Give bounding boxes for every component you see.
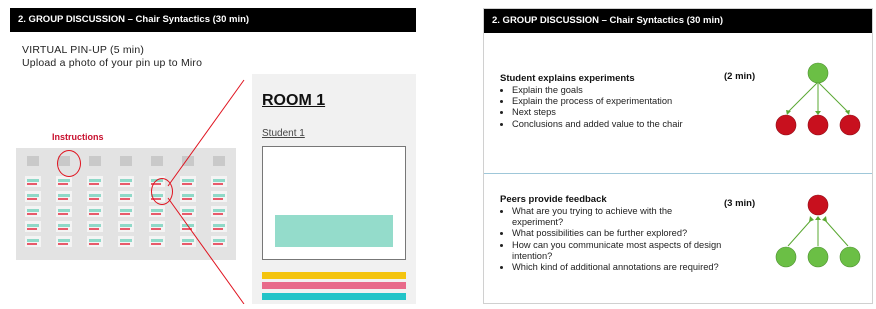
board-pin-thumbnail	[211, 236, 227, 247]
section-heading: Student explains experiments	[500, 73, 635, 84]
board-pin-thumbnail	[180, 221, 196, 232]
time-label: (2 min)	[724, 71, 756, 82]
section-divider	[484, 173, 872, 174]
board-pin-thumbnail	[118, 206, 134, 217]
arrowhead	[786, 110, 791, 115]
miro-board-thumbnail	[16, 148, 236, 260]
list-item: Explain the process of experimentation	[512, 96, 683, 107]
diagram-many-to-one	[775, 194, 861, 268]
section-heading: Peers provide feedback	[500, 194, 607, 205]
board-header-thumbnail	[151, 156, 163, 166]
slide-virtual-pinup: 2. GROUP DISCUSSION – Chair Syntactics (…	[10, 8, 416, 304]
board-header-thumbnail	[213, 156, 225, 166]
room-highlight-circle	[151, 178, 173, 205]
bullet-list: Explain the goals Explain the process of…	[500, 85, 683, 130]
board-pin-thumbnail	[25, 191, 41, 202]
student-photo-placeholder	[275, 215, 393, 247]
board-pin-thumbnail	[118, 236, 134, 247]
board-header-thumbnail	[89, 156, 101, 166]
board-pin-thumbnail	[211, 176, 227, 187]
board-pin-thumbnail	[211, 221, 227, 232]
arrow	[787, 82, 818, 113]
list-item: What are you trying to achieve with the …	[512, 206, 724, 228]
board-header-thumbnail	[27, 156, 39, 166]
pinup-title: VIRTUAL PIN-UP (5 min)	[22, 44, 145, 56]
student-node	[807, 62, 829, 84]
instructions-highlight-circle	[57, 150, 81, 177]
board-pin-thumbnail	[149, 206, 165, 217]
board-pin-thumbnail	[87, 176, 103, 187]
list-item: Next steps	[512, 107, 683, 118]
board-pin-thumbnail	[56, 236, 72, 247]
board-pin-thumbnail	[118, 191, 134, 202]
arrow	[823, 218, 849, 247]
board-header-thumbnail	[120, 156, 132, 166]
bullet-list: What are you trying to achieve with the …	[500, 206, 724, 273]
board-pin-thumbnail	[25, 176, 41, 187]
board-pin-thumbnail	[56, 206, 72, 217]
instructions-label: Instructions	[52, 132, 104, 142]
board-pin-thumbnail	[118, 221, 134, 232]
board-pin-thumbnail	[180, 176, 196, 187]
note-strip-yellow	[262, 272, 406, 279]
board-pin-thumbnail	[56, 221, 72, 232]
board-pin-thumbnail	[180, 236, 196, 247]
board-pin-thumbnail	[211, 206, 227, 217]
note-strip-pink	[262, 282, 406, 289]
board-pin-thumbnail	[211, 191, 227, 202]
board-pin-thumbnail	[56, 191, 72, 202]
arrow	[787, 218, 813, 247]
peer-node	[839, 114, 861, 136]
student-frame	[262, 146, 406, 260]
board-pin-thumbnail	[87, 206, 103, 217]
list-item: How can you communicate most aspects of …	[512, 240, 724, 262]
arrow	[818, 82, 849, 113]
peer-node	[775, 246, 797, 268]
board-pin-thumbnail	[87, 221, 103, 232]
list-item: Explain the goals	[512, 85, 683, 96]
slide-feedback-structure: 2. GROUP DISCUSSION – Chair Syntactics (…	[483, 8, 873, 304]
board-pin-thumbnail	[149, 236, 165, 247]
slide-header: 2. GROUP DISCUSSION – Chair Syntactics (…	[10, 8, 416, 32]
list-item: Conclusions and added value to the chair	[512, 119, 683, 130]
peer-node	[807, 114, 829, 136]
arrowhead	[815, 111, 821, 115]
room-panel: ROOM 1 Student 1	[252, 74, 416, 304]
board-pin-thumbnail	[87, 236, 103, 247]
diagram-one-to-many	[775, 62, 861, 136]
arrowhead	[809, 216, 814, 222]
board-pin-thumbnail	[87, 191, 103, 202]
board-pin-thumbnail	[180, 206, 196, 217]
student-node	[807, 194, 829, 216]
board-grid	[22, 154, 230, 247]
slide-header: 2. GROUP DISCUSSION – Chair Syntactics (…	[484, 9, 872, 33]
board-pin-thumbnail	[56, 176, 72, 187]
pinup-instruction-text: Upload a photo of your pin up to Miro	[22, 57, 203, 69]
time-label: (3 min)	[724, 198, 756, 209]
student-label: Student 1	[262, 128, 305, 139]
peer-node	[775, 114, 797, 136]
board-pin-thumbnail	[149, 221, 165, 232]
note-strip-cyan	[262, 293, 406, 300]
arrowhead	[815, 216, 821, 220]
arrowhead	[845, 110, 850, 115]
board-pin-thumbnail	[118, 176, 134, 187]
board-pin-thumbnail	[25, 221, 41, 232]
list-item: What possibilities can be further explor…	[512, 228, 724, 239]
list-item: Which kind of additional annotations are…	[512, 262, 724, 273]
board-pin-thumbnail	[25, 206, 41, 217]
peer-node	[807, 246, 829, 268]
board-pin-thumbnail	[25, 236, 41, 247]
room-title: ROOM 1	[262, 92, 326, 109]
peer-node	[839, 246, 861, 268]
board-header-thumbnail	[182, 156, 194, 166]
board-pin-thumbnail	[180, 191, 196, 202]
arrowhead	[822, 216, 827, 222]
